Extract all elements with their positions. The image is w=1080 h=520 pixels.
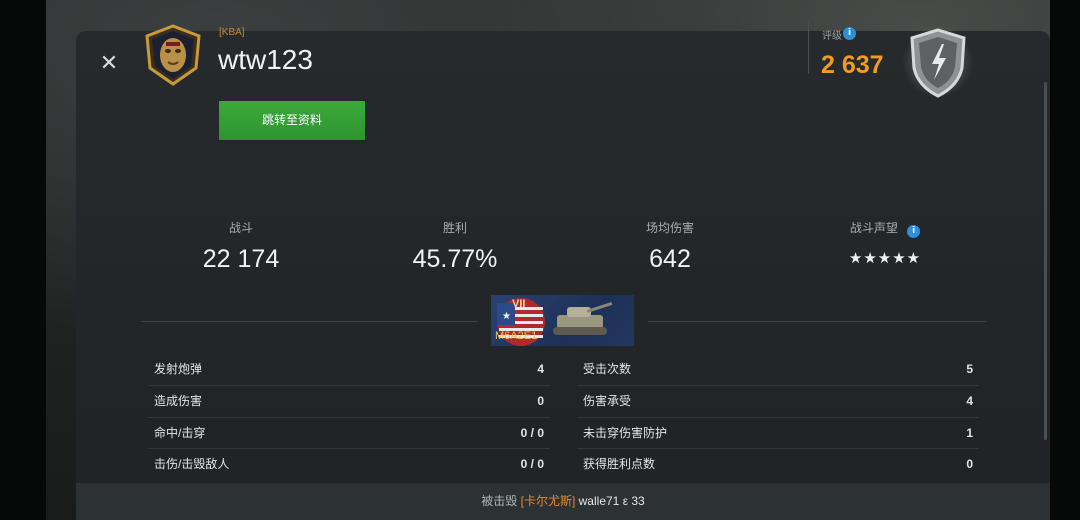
destroyed-by-label: 被击毁: [481, 494, 518, 508]
battle-row-damaged-destroyed: 击伤/击毁敌人 0 / 0: [154, 457, 544, 471]
rank-shield-icon: [902, 26, 974, 98]
tank-name: M6A2E1: [495, 330, 538, 342]
stat-battle-reputation-label: 战斗声望 i: [800, 219, 970, 238]
stat-battle-reputation: 战斗声望 i ★★★★★: [800, 219, 970, 267]
battle-row-damage-blocked: 未击穿伤害防护 1: [583, 426, 973, 440]
rating-info-icon[interactable]: i: [843, 27, 856, 40]
player-name: wtw123: [218, 44, 313, 75]
killer-rating: ε 33: [622, 494, 645, 508]
battle-row-shots-fired: 发射炮弹 4: [154, 362, 544, 376]
battle-row-victory-points: 获得胜利点数 0: [583, 457, 973, 471]
reputation-info-icon[interactable]: i: [907, 225, 921, 238]
stat-victories-value: 45.77%: [412, 245, 498, 273]
scrollbar[interactable]: [1044, 82, 1047, 440]
stat-battles-label: 战斗: [228, 221, 253, 235]
close-button[interactable]: ✕: [96, 50, 122, 76]
divider-left: [141, 321, 478, 322]
divider-right: [648, 321, 986, 322]
battle-row-damage-received: 伤害承受 4: [583, 394, 973, 408]
destroyed-by-footer: 被击毁 [卡尔尤斯] walle71 ε 33: [76, 483, 1050, 520]
left-edge: [0, 0, 46, 520]
tank-tier: VII: [512, 298, 526, 310]
go-to-profile-button[interactable]: 跳转至资料: [219, 101, 365, 140]
reputation-stars: ★★★★★: [848, 249, 922, 267]
rating-value: 2 637: [821, 51, 884, 79]
svg-text:★: ★: [502, 311, 511, 322]
stat-victories-label: 胜利: [442, 221, 467, 235]
killer-name[interactable]: walle71: [579, 494, 620, 508]
stat-avg-damage: 场均伤害 642: [585, 219, 755, 274]
battle-row-hits-received: 受击次数 5: [583, 362, 973, 376]
stat-victories: 胜利 45.77%: [370, 219, 540, 274]
stat-battles-value: 22 174: [202, 245, 280, 273]
rating-label: 评级: [822, 31, 842, 42]
right-edge: [1050, 0, 1080, 520]
killer-clan: [卡尔尤斯]: [520, 494, 576, 508]
stat-avg-damage-value: 642: [649, 245, 691, 273]
clan-tag: [KBA]: [219, 27, 245, 38]
stat-battles: 战斗 22 174: [156, 219, 326, 274]
player-avatar-icon: [145, 24, 201, 86]
battle-row-hits-penetrations: 命中/击穿 0 / 0: [154, 426, 544, 440]
battle-row-damage-dealt: 造成伤害 0: [154, 394, 544, 408]
stat-avg-damage-label: 场均伤害: [645, 221, 694, 235]
tank-icon: [553, 302, 613, 335]
rating-separator: [808, 22, 809, 74]
